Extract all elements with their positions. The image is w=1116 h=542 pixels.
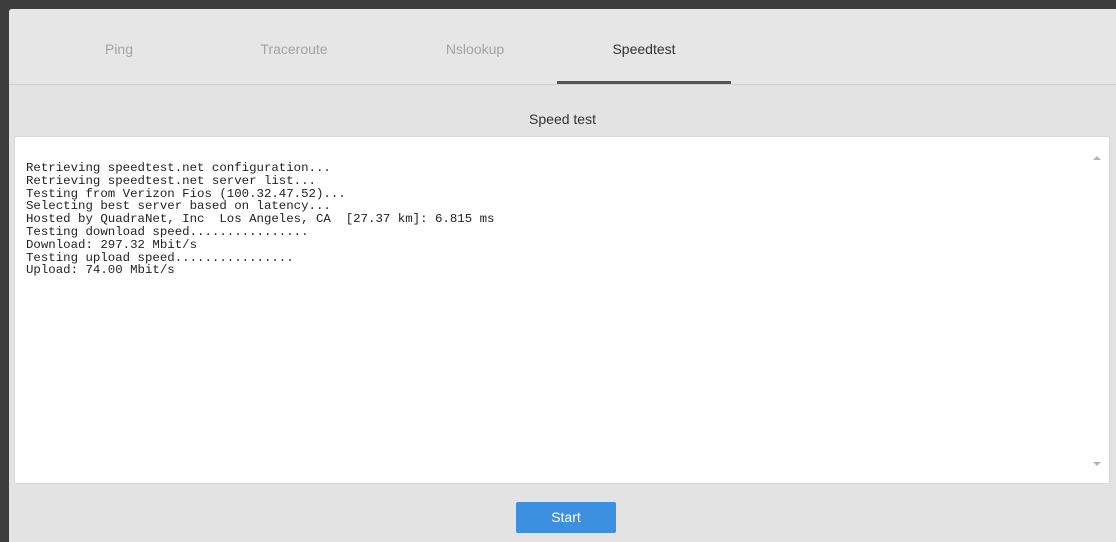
network-tools-panel: Ping Traceroute Nslookup Speedtest Speed… — [9, 9, 1116, 542]
tab-nslookup[interactable]: Nslookup — [365, 9, 585, 84]
output-line: Download: 297.32 Mbit/s — [26, 237, 198, 252]
tab-bar: Ping Traceroute Nslookup Speedtest — [9, 9, 1116, 85]
output-log: Retrieving speedtest.net configuration..… — [26, 162, 494, 277]
output-line: Retrieving speedtest.net server list... — [26, 173, 316, 188]
output-line: Upload: 74.00 Mbit/s — [26, 263, 175, 278]
scroll-up-arrow-icon[interactable] — [1093, 156, 1101, 160]
speedtest-output-area[interactable]: Retrieving speedtest.net configuration..… — [14, 136, 1110, 484]
scroll-down-arrow-icon[interactable] — [1093, 462, 1101, 466]
active-tab-indicator — [557, 81, 731, 84]
start-button[interactable]: Start — [516, 502, 616, 533]
output-line: Testing download speed................ — [26, 224, 309, 239]
section-title: Speed test — [529, 111, 596, 127]
output-line: Retrieving speedtest.net configuration..… — [26, 161, 331, 175]
tab-speedtest[interactable]: Speedtest — [557, 9, 731, 84]
